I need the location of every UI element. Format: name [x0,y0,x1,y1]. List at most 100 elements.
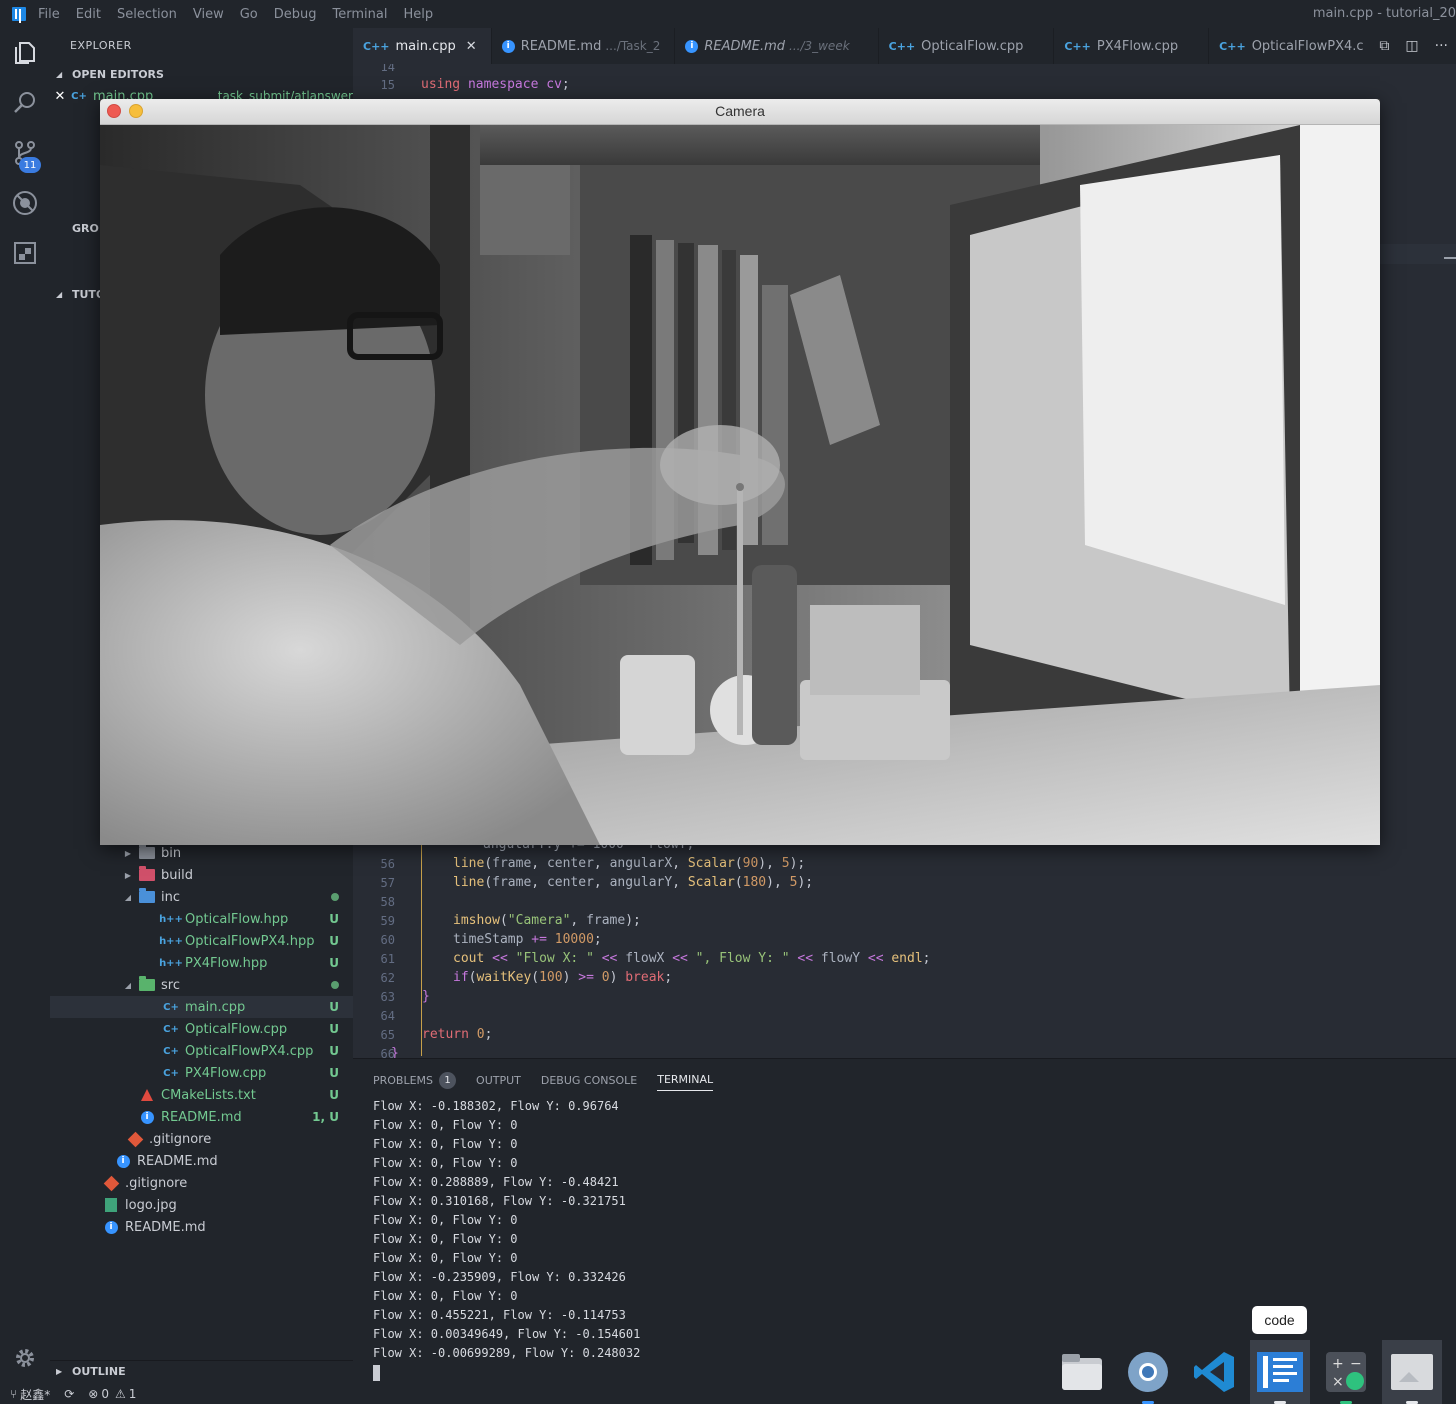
tree-item[interactable]: C+ OpticalFlowPX4.cpp U [50,1040,353,1062]
files-app-icon[interactable] [1052,1340,1112,1404]
debug-icon[interactable] [0,178,50,228]
cpp-file-icon: C+ [163,1045,179,1057]
image-file-icon [102,1197,120,1213]
menu-file[interactable]: File [38,7,60,22]
tree-item[interactable]: ◢ src [50,974,353,996]
camera-titlebar[interactable]: Camera [100,99,1380,125]
menu-selection[interactable]: Selection [117,7,177,22]
tree-item-label: inc [161,889,180,905]
search-icon[interactable] [0,78,50,128]
close-icon[interactable]: ✕ [50,89,70,104]
tree-item[interactable]: .gitignore [50,1172,353,1194]
chevron-right-icon: ▶ [124,848,132,858]
tree-item[interactable]: i README.md [50,1216,353,1238]
git-status: U [329,1044,339,1058]
git-glyph [103,1175,119,1191]
app-logo-icon [12,7,26,21]
tree-item[interactable]: CMakeLists.txt U [50,1084,353,1106]
tab-label: OpticalFlow.cpp [921,38,1024,54]
line-number: 63 [380,989,395,1004]
tree-item[interactable]: ▶ bin [50,842,353,864]
tree-item-label: build [161,867,193,883]
tab-readme-3week[interactable]: i README.md .../3_week [675,28,879,64]
cpp-file-icon: C++ [1219,39,1246,53]
tree-item[interactable]: C+ OpticalFlow.cpp U [50,1018,353,1040]
tab-debug-console[interactable]: DEBUG CONSOLE [541,1069,637,1091]
extensions-icon[interactable] [0,228,50,278]
tree-item-label: PX4Flow.cpp [185,1065,267,1081]
tree-item[interactable]: h++ OpticalFlow.hpp U [50,908,353,930]
error-count[interactable]: 0 [101,1387,109,1401]
tree-item[interactable]: C+ main.cpp U [50,996,353,1018]
menu-view[interactable]: View [193,7,224,22]
terminal-line: Flow X: 0.455221, Flow Y: -0.114753 [373,1308,626,1322]
tree-item[interactable]: .gitignore [50,1128,353,1150]
files-icon[interactable] [0,28,50,78]
tree-item[interactable]: h++ PX4Flow.hpp U [50,952,353,974]
camera-window[interactable]: Camera [100,99,1380,845]
info-file-icon: i [685,39,699,53]
tree-item[interactable]: i README.md 1, U [50,1106,353,1128]
scm-badge: 11 [19,157,41,173]
tab-terminal[interactable]: TERMINAL [657,1073,714,1091]
line-number: 61 [380,951,395,966]
git-branch[interactable]: 赵鑫* [20,1386,50,1403]
tab-main-cpp[interactable]: C++ main.cpp ✕ [353,28,492,64]
modified-dot [331,981,339,989]
groups-label: GRO [72,221,99,235]
tab-opticalflow-cpp[interactable]: C++ OpticalFlow.cpp [879,28,1055,64]
vscode-app-icon[interactable] [1184,1340,1244,1404]
source-control-icon[interactable]: 11 [0,128,50,178]
git-branch-icon[interactable]: ⑂ [10,1387,17,1401]
close-icon[interactable]: ✕ [466,39,477,54]
tree-item[interactable]: i README.md [50,1150,353,1172]
terminal-cursor [373,1365,380,1381]
tree-item-label: PX4Flow.hpp [185,955,268,971]
tree-item-label: README.md [137,1153,218,1169]
warning-icon[interactable]: ⚠ [115,1387,126,1401]
menu-help[interactable]: Help [403,7,433,22]
menu-go[interactable]: Go [240,7,258,22]
cmake-file-icon [138,1087,156,1103]
outline-header[interactable]: ▶ OUTLINE [50,1360,353,1382]
tree-item[interactable]: ◢ inc [50,886,353,908]
info-file-icon: i [102,1219,120,1235]
gear-icon[interactable] [0,1333,50,1383]
tab-problems[interactable]: PROBLEMS 1 [373,1069,457,1091]
git-status: U [329,1000,339,1014]
sync-icon[interactable]: ⟳ [64,1387,74,1401]
tree-item[interactable]: logo.jpg [50,1194,353,1216]
calculator-app-icon[interactable]: + − × [1316,1340,1376,1404]
open-editors-header[interactable]: ◢ OPEN EDITORS [50,63,353,85]
menu-debug[interactable]: Debug [274,7,317,22]
terminal-line: Flow X: -0.00699289, Flow Y: 0.248032 [373,1346,641,1360]
tree-item-label: src [161,977,180,993]
split-editor-icon[interactable]: ◫ [1405,38,1418,54]
warning-count[interactable]: 1 [129,1387,137,1401]
error-icon[interactable]: ⊗ [88,1387,98,1401]
terminal-output[interactable]: Flow X: -0.188302, Flow Y: 0.96764 Flow X… [373,1097,640,1381]
git-file-icon [126,1131,144,1147]
tab-output[interactable]: OUTPUT [476,1069,521,1091]
tab-readme-task2[interactable]: i README.md .../Task_2 [492,28,676,64]
folder-icon [138,976,156,993]
info-glyph: i [116,1154,130,1168]
modified-dot [331,893,339,901]
git-status: U [329,934,339,948]
tree-item[interactable]: C+ PX4Flow.cpp U [50,1062,353,1084]
notes-app-icon[interactable] [1382,1340,1442,1404]
terminal-line: Flow X: 0, Flow Y: 0 [373,1232,518,1246]
tree-item[interactable]: h++ OpticalFlowPX4.hpp U [50,930,353,952]
code-line: 63} [353,987,430,1006]
tree-item[interactable]: ▶ build [50,864,353,886]
open-changes-icon[interactable]: ⧉ [1379,38,1389,54]
code-app-icon[interactable] [1250,1340,1310,1404]
tab-desc: .../Task_2 [605,39,661,53]
cpp-file-icon: C+ [163,1023,179,1035]
menu-edit[interactable]: Edit [76,7,101,22]
tree-item-label: OpticalFlow.hpp [185,911,289,927]
tab-px4flow-cpp[interactable]: C++ PX4Flow.cpp [1054,28,1210,64]
chromium-app-icon[interactable] [1118,1340,1178,1404]
more-actions-icon[interactable]: ··· [1435,38,1448,54]
menu-terminal[interactable]: Terminal [333,7,388,22]
